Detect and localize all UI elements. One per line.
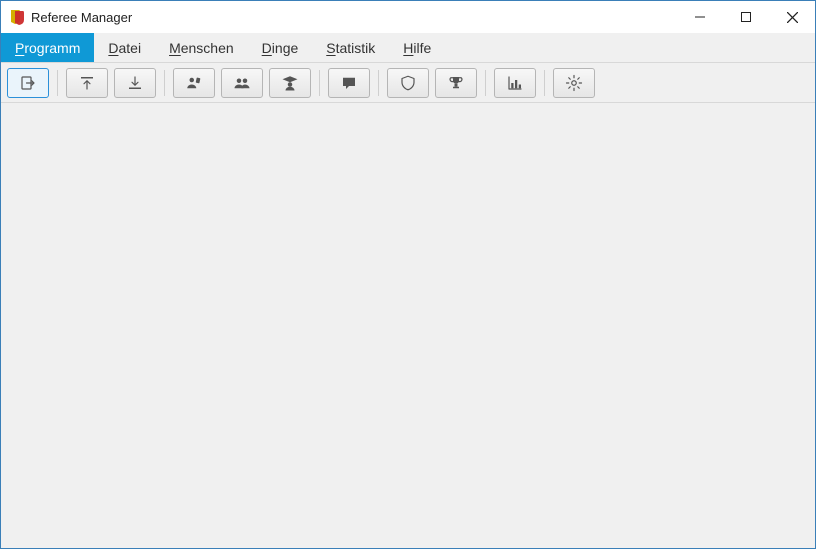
toolbar-separator bbox=[485, 70, 486, 96]
statistics-icon bbox=[506, 74, 524, 92]
menu-statistik[interactable]: Statistik bbox=[312, 33, 389, 62]
menu-programm[interactable]: Programm bbox=[1, 33, 94, 62]
toolbar bbox=[1, 63, 815, 103]
close-button[interactable] bbox=[769, 1, 815, 33]
menu-datei[interactable]: Datei bbox=[94, 33, 155, 62]
upload-icon bbox=[78, 74, 96, 92]
exit-button[interactable] bbox=[7, 68, 49, 98]
window-title: Referee Manager bbox=[31, 10, 132, 25]
toolbar-separator bbox=[164, 70, 165, 96]
menubar: ProgrammDateiMenschenDingeStatistikHilfe bbox=[1, 33, 815, 63]
menu-hilfe[interactable]: Hilfe bbox=[389, 33, 445, 62]
people-icon bbox=[233, 74, 251, 92]
messages-icon bbox=[340, 74, 358, 92]
menu-dinge[interactable]: Dinge bbox=[248, 33, 313, 62]
trophy-button[interactable] bbox=[435, 68, 477, 98]
messages-button[interactable] bbox=[328, 68, 370, 98]
menu-menschen[interactable]: Menschen bbox=[155, 33, 248, 62]
app-icon bbox=[9, 9, 25, 25]
download-button[interactable] bbox=[114, 68, 156, 98]
statistics-button[interactable] bbox=[494, 68, 536, 98]
settings-button[interactable] bbox=[553, 68, 595, 98]
content-area bbox=[1, 103, 815, 548]
shield-icon bbox=[399, 74, 417, 92]
maximize-button[interactable] bbox=[723, 1, 769, 33]
people-button[interactable] bbox=[221, 68, 263, 98]
toolbar-separator bbox=[544, 70, 545, 96]
settings-icon bbox=[565, 74, 583, 92]
shield-button[interactable] bbox=[387, 68, 429, 98]
titlebar: Referee Manager bbox=[1, 1, 815, 33]
minimize-button[interactable] bbox=[677, 1, 723, 33]
toolbar-separator bbox=[319, 70, 320, 96]
trophy-icon bbox=[447, 74, 465, 92]
toolbar-separator bbox=[57, 70, 58, 96]
referees-icon bbox=[185, 74, 203, 92]
exit-icon bbox=[19, 74, 37, 92]
toolbar-separator bbox=[378, 70, 379, 96]
window-controls bbox=[677, 1, 815, 33]
trainees-icon bbox=[281, 74, 299, 92]
trainees-button[interactable] bbox=[269, 68, 311, 98]
download-icon bbox=[126, 74, 144, 92]
referees-button[interactable] bbox=[173, 68, 215, 98]
upload-button[interactable] bbox=[66, 68, 108, 98]
